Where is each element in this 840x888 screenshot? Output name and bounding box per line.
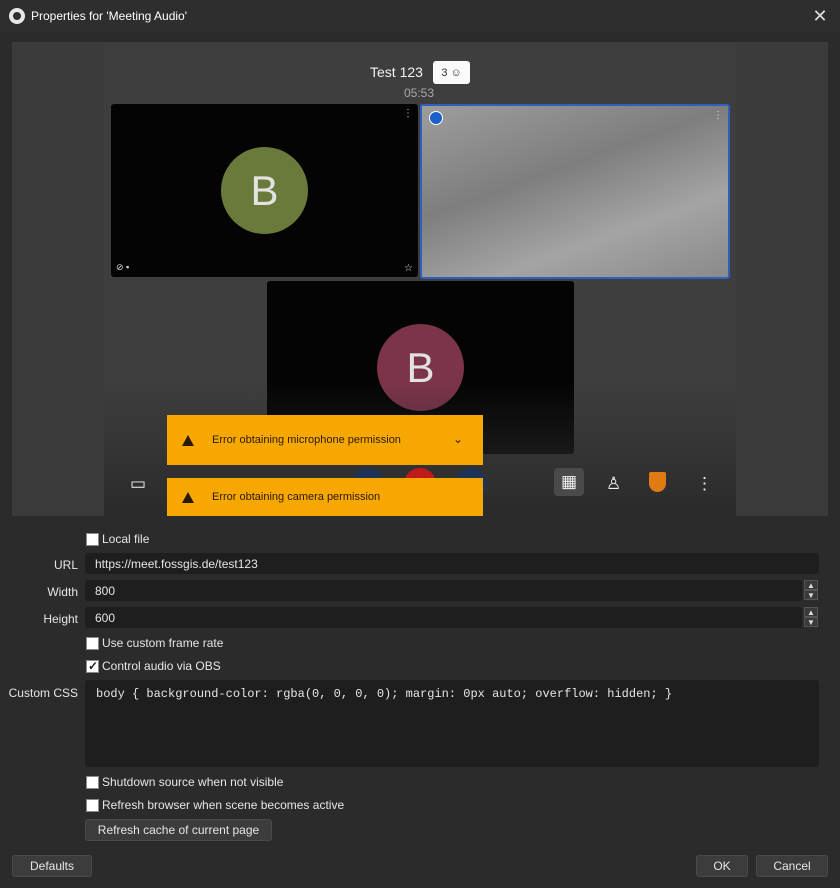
ok-button[interactable]: OK (696, 855, 748, 877)
height-input[interactable]: 600 (85, 607, 802, 628)
more-vertical-icon: ⋮ (403, 108, 413, 119)
custom-frame-rate-checkbox[interactable] (86, 637, 99, 650)
height-stepper[interactable]: ▲ ▼ (804, 607, 818, 627)
chevron-down-icon[interactable]: ▼ (804, 590, 818, 600)
control-audio-checkbox[interactable] (86, 659, 99, 673)
more-vertical-icon: ⋮ (696, 474, 713, 493)
speaker-indicator-icon (429, 111, 443, 125)
participants-badge: 3 ☺ (433, 61, 470, 84)
chevron-up-icon[interactable]: ▲ (804, 580, 818, 590)
close-icon[interactable]: ✕ (810, 6, 830, 26)
local-file-checkbox[interactable] (86, 533, 99, 546)
warning-icon (182, 434, 194, 446)
meeting-timer: 05:53 (404, 86, 435, 100)
toast-message: Error obtaining microphone permission (212, 434, 401, 446)
shutdown-label: Shutdown source when not visible (102, 775, 284, 789)
width-input[interactable]: 800 (85, 580, 802, 601)
meeting-title: Test 123 (370, 64, 423, 80)
title-bar: Properties for 'Meeting Audio' ✕ (0, 0, 840, 32)
more-vertical-icon: ⋮ (713, 110, 723, 121)
local-file-label: Local file (102, 532, 150, 546)
refresh-checkbox[interactable] (86, 799, 99, 812)
chat-icon: ▭ (130, 474, 147, 493)
video-tile-1: B ⋮ ⊘ ▪ ☆ (111, 104, 418, 277)
defaults-button[interactable]: Defaults (12, 855, 92, 877)
obs-logo-icon (9, 8, 25, 24)
cancel-button[interactable]: Cancel (756, 855, 828, 877)
browser-preview: Test 123 3 ☺ 05:53 B ⋮ ⊘ ▪ ☆ ⋮ B ▭ ▦ ♙ ⋮ (12, 42, 828, 516)
security-shield-icon (649, 472, 666, 492)
url-label: URL (53, 558, 78, 572)
control-audio-label: Control audio via OBS (102, 659, 221, 673)
refresh-cache-button[interactable]: Refresh cache of current page (85, 819, 272, 841)
width-label: Width (47, 585, 78, 599)
refresh-label: Refresh browser when scene becomes activ… (102, 798, 345, 812)
warning-icon (182, 491, 194, 503)
invite-icon: ♙ (606, 474, 622, 493)
tile-view-icon: ▦ (554, 468, 584, 496)
custom-css-textarea[interactable]: body { background-color: rgba(0, 0, 0, 0… (85, 680, 819, 767)
url-input[interactable]: https://meet.fossgis.de/test123 (85, 553, 819, 574)
chevron-up-icon[interactable]: ▲ (804, 607, 818, 617)
error-toast: Error obtaining microphone permission ⌄ (167, 415, 483, 465)
custom-frame-rate-label: Use custom frame rate (102, 636, 224, 650)
meeting-view: Test 123 3 ☺ 05:53 B ⋮ ⊘ ▪ ☆ ⋮ B ▭ ▦ ♙ ⋮ (104, 42, 736, 516)
participant-count: 3 (441, 66, 448, 79)
star-icon: ☆ (404, 263, 413, 274)
participants-icon: ☺ (450, 66, 462, 79)
window-title: Properties for 'Meeting Audio' (31, 9, 187, 23)
avatar: B (221, 147, 308, 234)
muted-icon: ⊘ ▪ (116, 262, 130, 272)
height-label: Height (43, 612, 78, 626)
shutdown-checkbox[interactable] (86, 776, 99, 789)
video-tile-2: ⋮ (420, 104, 730, 279)
custom-css-label: Custom CSS (8, 686, 78, 700)
width-stepper[interactable]: ▲ ▼ (804, 580, 818, 600)
chevron-down-icon: ⌄ (452, 432, 463, 446)
toast-message: Error obtaining camera permission (212, 491, 381, 503)
chevron-down-icon[interactable]: ▼ (804, 617, 818, 627)
error-toast: Error obtaining camera permission (167, 478, 483, 516)
